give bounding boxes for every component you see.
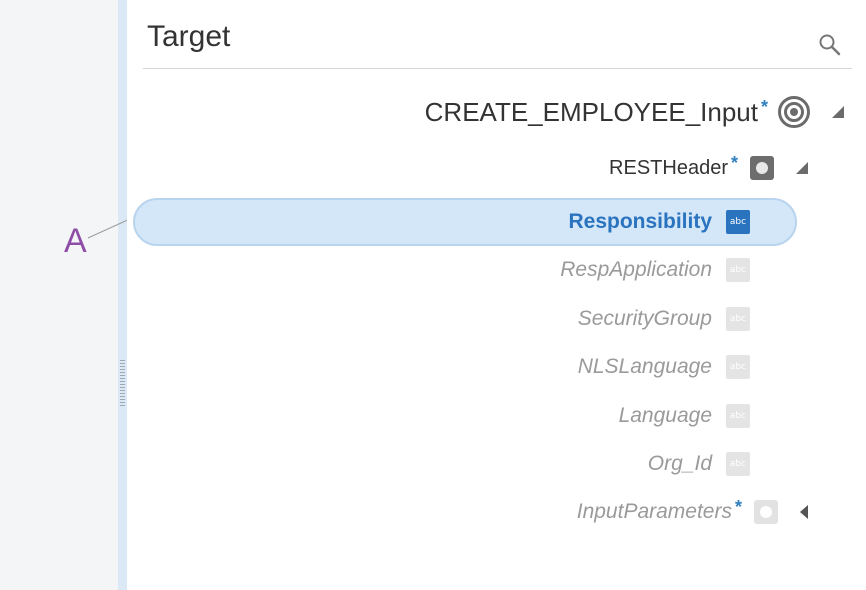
tree-node-inputparameters[interactable]: InputParameters * (576, 496, 808, 524)
field-label: SecurityGroup (577, 307, 712, 330)
field-label: Responsibility (568, 210, 712, 233)
field-label: RespApplication (560, 258, 712, 281)
tree-node-securitygroup[interactable]: SecurityGroup abc (578, 307, 750, 331)
tree-node-orgid[interactable]: Org_Id abc (648, 452, 750, 476)
restheader-label: RESTHeader (609, 156, 728, 179)
inputparameters-label: InputParameters (576, 500, 732, 523)
required-marker: * (760, 96, 768, 117)
string-type-icon: abc (726, 452, 750, 476)
tree-node-responsibility[interactable]: Responsibility abc (568, 210, 750, 234)
string-type-icon: abc (726, 355, 750, 379)
field-label: Language (618, 404, 712, 427)
field-label: Org_Id (647, 452, 712, 475)
tree-node-language[interactable]: Language abc (619, 404, 750, 428)
string-type-icon: abc (726, 404, 750, 428)
tree-node-restheader[interactable]: RESTHeader * (609, 152, 808, 180)
string-type-icon: abc (726, 258, 750, 282)
complex-element-icon (750, 156, 774, 180)
collapse-toggle-icon[interactable] (832, 106, 844, 118)
callout-label: A (64, 222, 87, 260)
title-divider (143, 68, 852, 69)
string-type-icon: abc (726, 210, 750, 234)
required-marker: * (730, 152, 738, 173)
target-root-icon (778, 96, 810, 128)
tree-node-root[interactable]: CREATE_EMPLOYEE_Input * (425, 96, 844, 128)
tree-node-nlslanguage[interactable]: NLSLanguage abc (578, 355, 750, 379)
tree-node-respapplication[interactable]: RespApplication abc (560, 258, 750, 282)
field-label: NLSLanguage (577, 355, 712, 378)
complex-element-icon (754, 500, 778, 524)
string-type-icon: abc (726, 307, 750, 331)
target-panel: Target CREATE_EMPLOYEE_Input * RESTHeade… (127, 0, 866, 590)
required-marker: * (734, 496, 742, 517)
expand-toggle-icon[interactable] (800, 505, 808, 519)
panel-title: Target (147, 20, 231, 53)
collapse-toggle-icon[interactable] (796, 162, 808, 174)
search-icon[interactable] (817, 32, 841, 56)
root-node-label: CREATE_EMPLOYEE_Input (424, 96, 758, 127)
